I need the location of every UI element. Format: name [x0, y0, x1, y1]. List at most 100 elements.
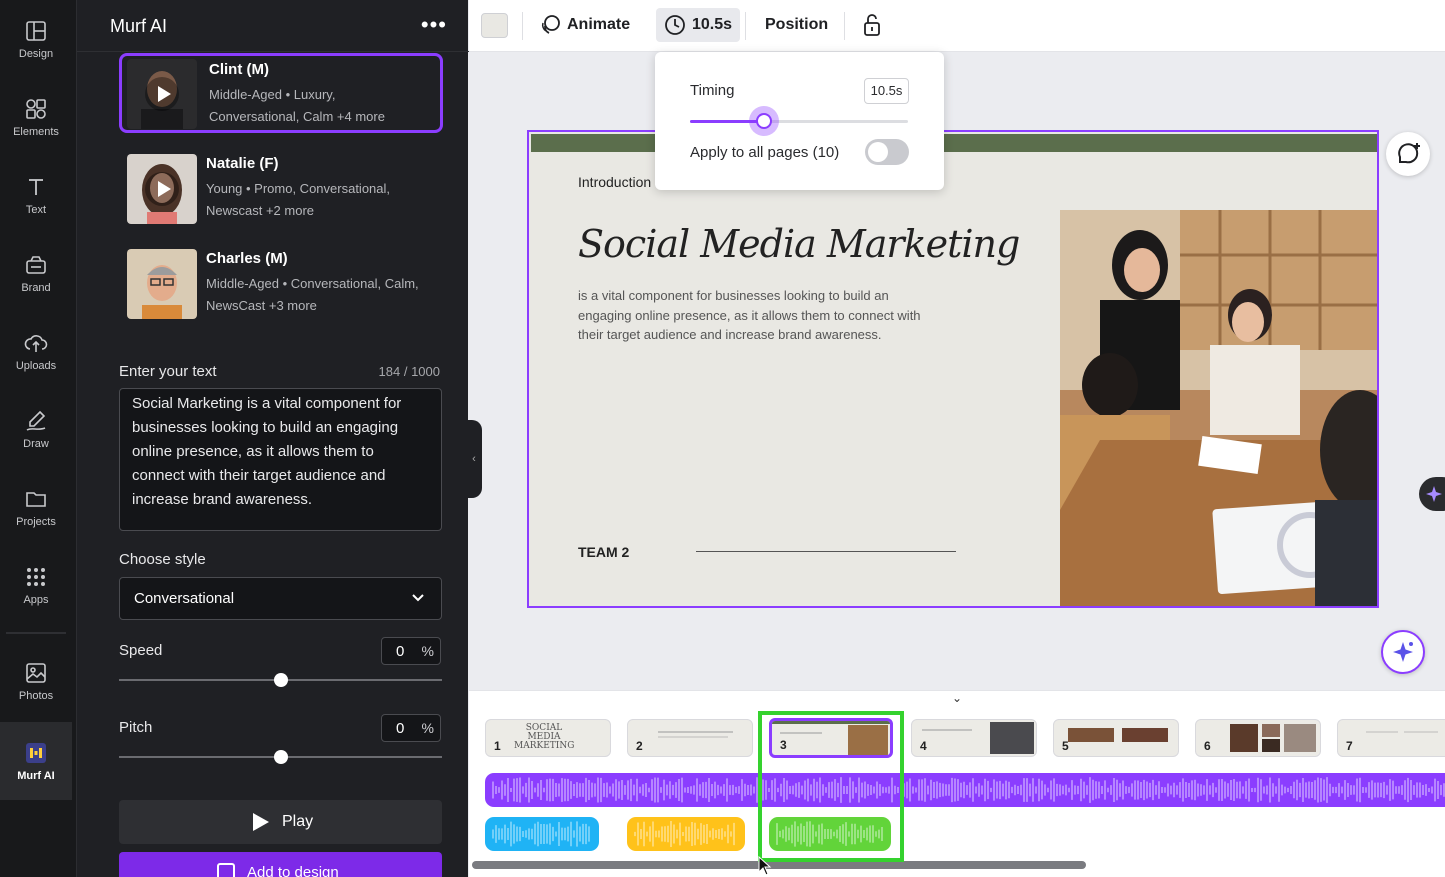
- voice-description: Middle-Aged • Luxury, Conversational, Ca…: [209, 87, 385, 124]
- slide-title[interactable]: Social Media Marketing: [578, 222, 1020, 266]
- text-icon: [29, 178, 43, 195]
- voice-name: Clint (M): [209, 61, 269, 78]
- collapse-panel-button[interactable]: ‹: [466, 420, 482, 498]
- percent-unit: %: [421, 643, 434, 659]
- duration-label: 10.5s: [692, 16, 733, 33]
- rail-item-draw[interactable]: Draw: [0, 392, 72, 466]
- timing-popover: Timing 10.5s Apply to all pages (10): [655, 52, 944, 190]
- comment-button[interactable]: [1386, 132, 1430, 176]
- magic-edge-button[interactable]: [1419, 477, 1445, 511]
- toolbar-divider: [745, 12, 746, 40]
- rail-label: Elements: [13, 125, 59, 138]
- rail-item-brand[interactable]: Brand: [0, 236, 72, 310]
- speed-value: 0: [396, 643, 405, 660]
- slide-canvas[interactable]: Introduction Social Media Marketing is a…: [527, 130, 1379, 608]
- style-select-value: Conversational: [134, 590, 235, 607]
- lock-button[interactable]: [854, 8, 890, 42]
- slide-team-label[interactable]: TEAM 2: [578, 544, 629, 560]
- play-preview-icon[interactable]: [145, 77, 179, 111]
- sparkle-icon: [1426, 486, 1442, 502]
- toolbar-divider: [522, 12, 523, 40]
- slide-body-text[interactable]: is a vital component for businesses look…: [578, 286, 928, 345]
- unlock-icon: [864, 14, 880, 36]
- pitch-label: Pitch: [119, 719, 153, 736]
- rail-item-uploads[interactable]: Uploads: [0, 314, 72, 388]
- uploads-icon: [24, 334, 48, 352]
- murf-panel: Murf AI ••• Clint (M) Middle-Aged • Luxu…: [76, 0, 469, 877]
- add-button-label: Add to design: [247, 864, 339, 877]
- timing-slider-knob[interactable]: [749, 106, 780, 136]
- animate-label: Animate: [567, 16, 631, 33]
- voice-item-clint[interactable]: Clint (M) Middle-Aged • Luxury, Conversa…: [119, 53, 443, 133]
- rail-label: Text: [25, 203, 47, 216]
- left-rail: Design Elements Text Brand Uploads Draw …: [0, 0, 76, 877]
- folder-icon: [26, 491, 46, 507]
- team-meeting-photo[interactable]: [1060, 210, 1378, 608]
- animate-button[interactable]: Animate: [531, 8, 638, 42]
- audio-tracks: [485, 773, 1445, 851]
- play-preview-icon[interactable]: [145, 172, 179, 206]
- draw-icon: [26, 410, 46, 431]
- rail-item-photos[interactable]: Photos: [0, 644, 72, 718]
- panel-title: Murf AI: [110, 16, 168, 36]
- app-window: Design Elements Text Brand Uploads Draw …: [0, 0, 1445, 877]
- photos-icon: [26, 662, 46, 683]
- panel-header: Murf AI •••: [77, 0, 469, 52]
- duration-button[interactable]: 10.5s: [656, 8, 741, 42]
- speed-value-field[interactable]: 0 %: [381, 637, 441, 665]
- voice-item-natalie[interactable]: Natalie (F) Young • Promo, Conversationa…: [119, 148, 443, 228]
- rail-label: Murf AI: [17, 769, 55, 782]
- main-voice-track[interactable]: [485, 773, 1445, 807]
- rail-item-elements[interactable]: Elements: [0, 80, 72, 154]
- speed-slider-knob[interactable]: [273, 673, 288, 687]
- top-toolbar: Animate 10.5s Position: [469, 0, 1445, 52]
- play-button-label: Play: [282, 813, 314, 830]
- timeline-panel: ⌄ SOCIAL MEDIA MARKETING 1 2 3 4 5 6 7: [469, 690, 1445, 877]
- voice-item-charles[interactable]: Charles (M) Middle-Aged • Conversational…: [119, 243, 443, 323]
- magic-assistant-button[interactable]: [1381, 630, 1425, 674]
- clock-icon: [665, 15, 685, 35]
- mouse-cursor-icon: [758, 856, 772, 876]
- apply-all-toggle[interactable]: [865, 139, 909, 165]
- slide-intro-text[interactable]: Introduction: [578, 174, 651, 190]
- toolbar-divider: [844, 12, 845, 40]
- rail-label: Uploads: [15, 359, 57, 372]
- pitch-slider-knob[interactable]: [273, 750, 288, 764]
- avatar: [127, 154, 197, 224]
- rail-item-murf-ai[interactable]: Murf AI: [0, 722, 72, 800]
- animate-icon: [541, 15, 560, 34]
- play-icon: [253, 813, 269, 831]
- text-input-label: Enter your text: [119, 363, 217, 380]
- rail-label: Photos: [18, 689, 54, 702]
- rail-label: Draw: [23, 437, 49, 450]
- rail-item-projects[interactable]: Projects: [0, 470, 72, 544]
- rail-divider: [6, 632, 66, 634]
- script-text-input[interactable]: Social Marketing is a vital component fo…: [119, 388, 442, 531]
- pitch-value: 0: [396, 720, 405, 737]
- sparkle-icon: [1393, 642, 1413, 662]
- pitch-value-field[interactable]: 0 %: [381, 714, 441, 742]
- position-button[interactable]: Position: [757, 8, 836, 42]
- speed-label: Speed: [119, 642, 163, 659]
- more-options-button[interactable]: •••: [421, 12, 447, 38]
- style-select[interactable]: Conversational: [119, 577, 442, 620]
- rail-item-text[interactable]: Text: [0, 158, 72, 232]
- rail-item-apps[interactable]: Apps: [0, 548, 72, 622]
- add-to-design-button[interactable]: Add to design: [119, 852, 442, 877]
- rail-label: Brand: [21, 281, 51, 294]
- chevron-down-icon: [412, 594, 424, 602]
- add-comment-icon: [1398, 143, 1420, 164]
- timing-value-field[interactable]: 10.5s: [864, 78, 909, 104]
- play-button[interactable]: Play: [119, 800, 442, 844]
- avatar: [127, 249, 197, 319]
- char-counter: 184 / 1000: [378, 364, 440, 379]
- rail-label: Apps: [23, 593, 49, 606]
- rail-item-design[interactable]: Design: [0, 2, 72, 76]
- voice-name: Charles (M): [206, 250, 288, 267]
- rail-label: Design: [18, 47, 54, 60]
- timeline-scrollbar[interactable]: [472, 861, 1086, 869]
- color-swatch-button[interactable]: [481, 13, 508, 38]
- elements-icon: [26, 98, 46, 119]
- murf-logo-icon: [26, 742, 46, 763]
- timing-title: Timing: [690, 82, 735, 99]
